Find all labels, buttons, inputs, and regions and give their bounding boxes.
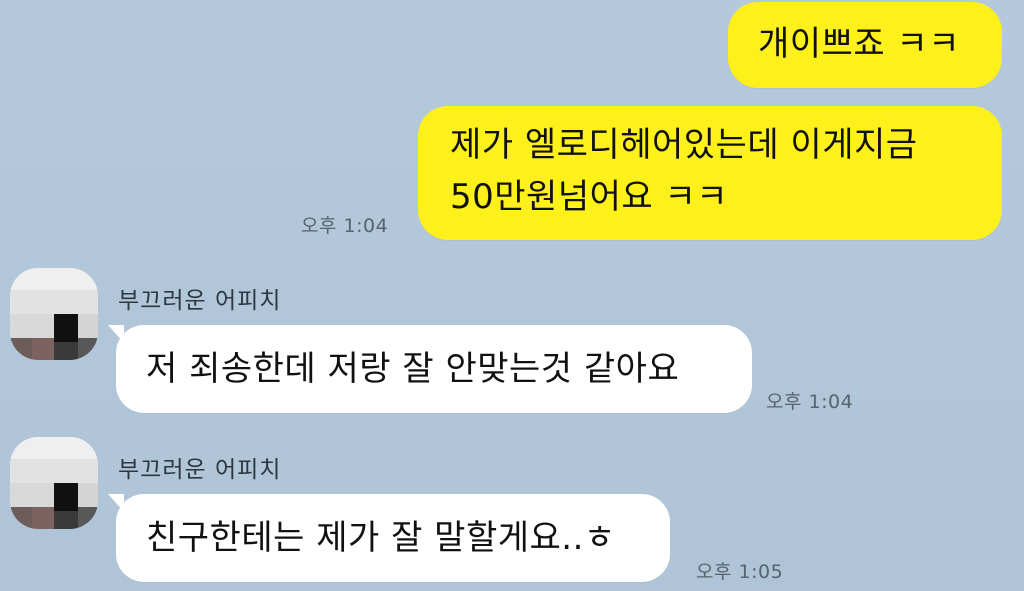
sender-name: 부끄러운 어피치 [118, 288, 282, 314]
message-timestamp: 오후 1:04 [301, 215, 389, 237]
message-text: 개이쁘죠 ㅋㅋ [758, 24, 960, 64]
message-timestamp: 오후 1:05 [696, 561, 784, 583]
their-message-bubble[interactable]: 저 죄송한데 저랑 잘 안맞는것 같아요 [108, 325, 752, 413]
message-text: 제가 엘로디헤어있는데 이게지금 [450, 125, 918, 165]
avatar[interactable] [10, 268, 98, 360]
message-timestamp: 오후 1:04 [766, 391, 854, 413]
their-message-bubble[interactable]: 친구한테는 제가 잘 말할게요..ㅎ [108, 494, 670, 582]
my-message-bubble[interactable]: 개이쁘죠 ㅋㅋ [728, 2, 1002, 88]
message-text: 친구한테는 제가 잘 말할게요..ㅎ [146, 518, 616, 558]
sender-name: 부끄러운 어피치 [118, 457, 282, 483]
message-text: 50만원넘어요 ㅋㅋ [450, 177, 729, 217]
avatar[interactable] [10, 437, 98, 529]
message-text: 저 죄송한데 저랑 잘 안맞는것 같아요 [146, 349, 680, 389]
my-message-bubble[interactable]: 제가 엘로디헤어있는데 이게지금 50만원넘어요 ㅋㅋ [418, 106, 1002, 240]
chat-window: 개이쁘죠 ㅋㅋ 제가 엘로디헤어있는데 이게지금 50만원넘어요 ㅋㅋ 오후 1… [0, 0, 1024, 591]
